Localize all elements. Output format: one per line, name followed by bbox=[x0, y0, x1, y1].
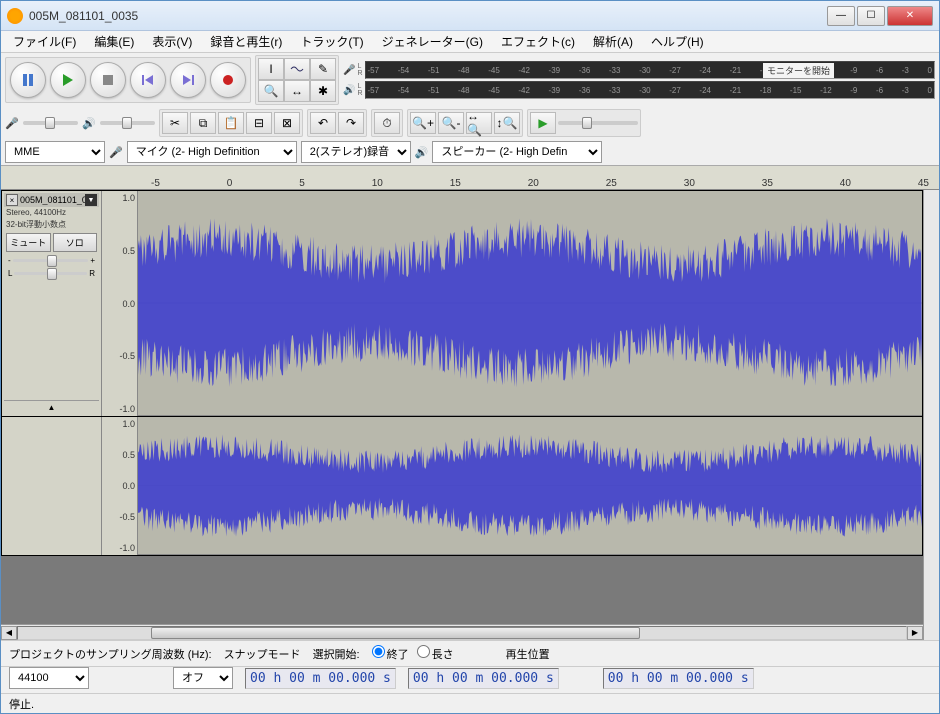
vertical-scrollbar[interactable] bbox=[923, 190, 939, 640]
snap-label: スナップモード bbox=[224, 646, 301, 662]
snap-select[interactable]: オフ bbox=[173, 667, 233, 689]
track-close-button[interactable]: × bbox=[6, 194, 18, 206]
speaker-icon: 🔊 bbox=[343, 85, 355, 96]
window-title: 005M_081101_0035 bbox=[29, 9, 827, 23]
menu-edit[interactable]: 編集(E) bbox=[86, 31, 142, 52]
speaker-device-icon: 🔊 bbox=[415, 146, 429, 159]
skip-end-button[interactable] bbox=[170, 62, 206, 98]
mic-vol-icon: 🎤 bbox=[5, 117, 19, 130]
timeline-ruler[interactable]: -5051015202530354045 bbox=[1, 166, 939, 190]
menubar: ファイル(F) 編集(E) 表示(V) 録音と再生(r) トラック(T) ジェネ… bbox=[1, 31, 939, 53]
stop-button[interactable] bbox=[90, 62, 126, 98]
monitor-text[interactable]: モニターを開始 bbox=[763, 63, 834, 78]
recording-volume-slider[interactable] bbox=[23, 121, 78, 125]
silence-button[interactable]: ⊠ bbox=[274, 112, 300, 134]
track-format: Stereo, 44100Hz bbox=[4, 207, 99, 218]
project-rate-label: プロジェクトのサンプリング周波数 (Hz): bbox=[9, 646, 212, 662]
pan-slider[interactable] bbox=[14, 272, 87, 275]
menu-help[interactable]: ヘルプ(H) bbox=[643, 31, 712, 52]
record-button[interactable] bbox=[210, 62, 246, 98]
vertical-scale-left[interactable]: 1.0 0.5 0.0 -0.5 -1.0 bbox=[102, 191, 138, 416]
mute-button[interactable]: ミュート bbox=[6, 233, 51, 252]
track-collapse-button[interactable]: ▲ bbox=[4, 400, 99, 414]
track-control-panel: × 005M_081101_003 ▼ Stereo, 44100Hz 32-b… bbox=[2, 191, 102, 416]
vertical-scale-right[interactable]: 1.0 0.5 0.0 -0.5 -1.0 bbox=[102, 417, 138, 555]
cut-button[interactable]: ✂ bbox=[162, 112, 188, 134]
skip-start-button[interactable] bbox=[130, 62, 166, 98]
redo-button[interactable]: ↷ bbox=[338, 112, 364, 134]
menu-track[interactable]: トラック(T) bbox=[292, 31, 371, 52]
mic-icon: 🎤 bbox=[343, 65, 355, 76]
multi-tool[interactable]: ✱ bbox=[310, 80, 336, 102]
pause-button[interactable] bbox=[10, 62, 46, 98]
play-position-display[interactable]: 00 h 00 m 00.000 s bbox=[603, 668, 754, 689]
gain-slider[interactable] bbox=[13, 259, 89, 262]
playback-meter[interactable]: -57-54-51-48-45-42-39-36-33-30-27-24-21-… bbox=[365, 81, 935, 99]
envelope-tool[interactable] bbox=[284, 58, 310, 80]
status-text: 停止. bbox=[9, 696, 34, 712]
solo-button[interactable]: ソロ bbox=[53, 233, 98, 252]
menu-analyze[interactable]: 解析(A) bbox=[585, 31, 641, 52]
maximize-button[interactable]: ☐ bbox=[857, 6, 885, 26]
playback-volume-slider[interactable] bbox=[100, 121, 155, 125]
mic-device-icon: 🎤 bbox=[109, 146, 123, 159]
sync-lock-button[interactable]: ⏱ bbox=[374, 112, 400, 134]
output-device-select[interactable]: スピーカー (2- High Defin bbox=[432, 141, 602, 163]
end-radio-label[interactable]: 終了 bbox=[372, 645, 409, 662]
recording-meter[interactable]: -57-54-51-48-45-42-39-36-33-30-27-24-21-… bbox=[365, 61, 935, 79]
minimize-button[interactable]: — bbox=[827, 6, 855, 26]
scroll-left-button[interactable]: ◀ bbox=[1, 626, 17, 640]
play-button[interactable] bbox=[50, 62, 86, 98]
tracks-area: × 005M_081101_003 ▼ Stereo, 44100Hz 32-b… bbox=[1, 190, 923, 624]
play-position-label: 再生位置 bbox=[506, 646, 550, 662]
length-radio-label[interactable]: 長さ bbox=[417, 645, 454, 662]
close-button[interactable]: ✕ bbox=[887, 6, 933, 26]
undo-button[interactable]: ↶ bbox=[310, 112, 336, 134]
track-right-channel-row: 1.0 0.5 0.0 -0.5 -1.0 bbox=[1, 416, 923, 556]
trim-button[interactable]: ⊟ bbox=[246, 112, 272, 134]
menu-generate[interactable]: ジェネレーター(G) bbox=[374, 31, 491, 52]
titlebar: 005M_081101_0035 — ☐ ✕ bbox=[1, 1, 939, 31]
track-bit-depth: 32-bit浮動小数点 bbox=[4, 218, 99, 231]
fit-project-button[interactable]: ↕🔍 bbox=[494, 112, 520, 134]
zoom-in-button[interactable]: 🔍+ bbox=[410, 112, 436, 134]
end-radio[interactable] bbox=[372, 645, 385, 658]
fit-selection-button[interactable]: ↔🔍 bbox=[466, 112, 492, 134]
track: × 005M_081101_003 ▼ Stereo, 44100Hz 32-b… bbox=[1, 190, 923, 417]
waveform-channel-left[interactable] bbox=[138, 191, 922, 416]
menu-record[interactable]: 録音と再生(r) bbox=[202, 31, 290, 52]
copy-button[interactable]: ⧉ bbox=[190, 112, 216, 134]
length-radio[interactable] bbox=[417, 645, 430, 658]
host-select[interactable]: MME bbox=[5, 141, 105, 163]
project-rate-select[interactable]: 44100 bbox=[9, 667, 89, 689]
draw-tool[interactable]: ✎ bbox=[310, 58, 336, 80]
input-device-select[interactable]: マイク (2- High Definition bbox=[127, 141, 297, 163]
menu-effect[interactable]: エフェクト(c) bbox=[493, 31, 583, 52]
waveform-channel-right[interactable] bbox=[138, 417, 922, 555]
selection-start-input[interactable]: 00 h 00 m 00.000 s bbox=[245, 668, 396, 689]
scroll-right-button[interactable]: ▶ bbox=[907, 626, 923, 640]
play-at-speed-button[interactable]: ▶ bbox=[530, 112, 556, 134]
paste-button[interactable]: 📋 bbox=[218, 112, 244, 134]
timeshift-tool[interactable]: ↔ bbox=[284, 80, 310, 102]
speed-slider[interactable] bbox=[558, 121, 638, 125]
selection-tool[interactable]: I bbox=[258, 58, 284, 80]
selection-bar: プロジェクトのサンプリング周波数 (Hz): スナップモード 選択開始: 終了 … bbox=[1, 640, 939, 666]
speaker-vol-icon: 🔊 bbox=[82, 117, 96, 130]
app-icon bbox=[7, 8, 23, 24]
selection-end-input[interactable]: 00 h 00 m 00.000 s bbox=[408, 668, 559, 689]
selection-start-label: 選択開始: bbox=[313, 646, 360, 662]
track-name[interactable]: 005M_081101_003 bbox=[18, 195, 85, 205]
zoom-tool[interactable]: 🔍 bbox=[258, 80, 284, 102]
horizontal-scrollbar[interactable]: ◀ ▶ bbox=[1, 624, 923, 640]
menu-view[interactable]: 表示(V) bbox=[144, 31, 200, 52]
track-menu-button[interactable]: ▼ bbox=[85, 194, 97, 206]
zoom-out-button[interactable]: 🔍- bbox=[438, 112, 464, 134]
menu-file[interactable]: ファイル(F) bbox=[5, 31, 84, 52]
statusbar: 停止. bbox=[1, 693, 939, 713]
channels-select[interactable]: 2(ステレオ)録音 bbox=[301, 141, 411, 163]
